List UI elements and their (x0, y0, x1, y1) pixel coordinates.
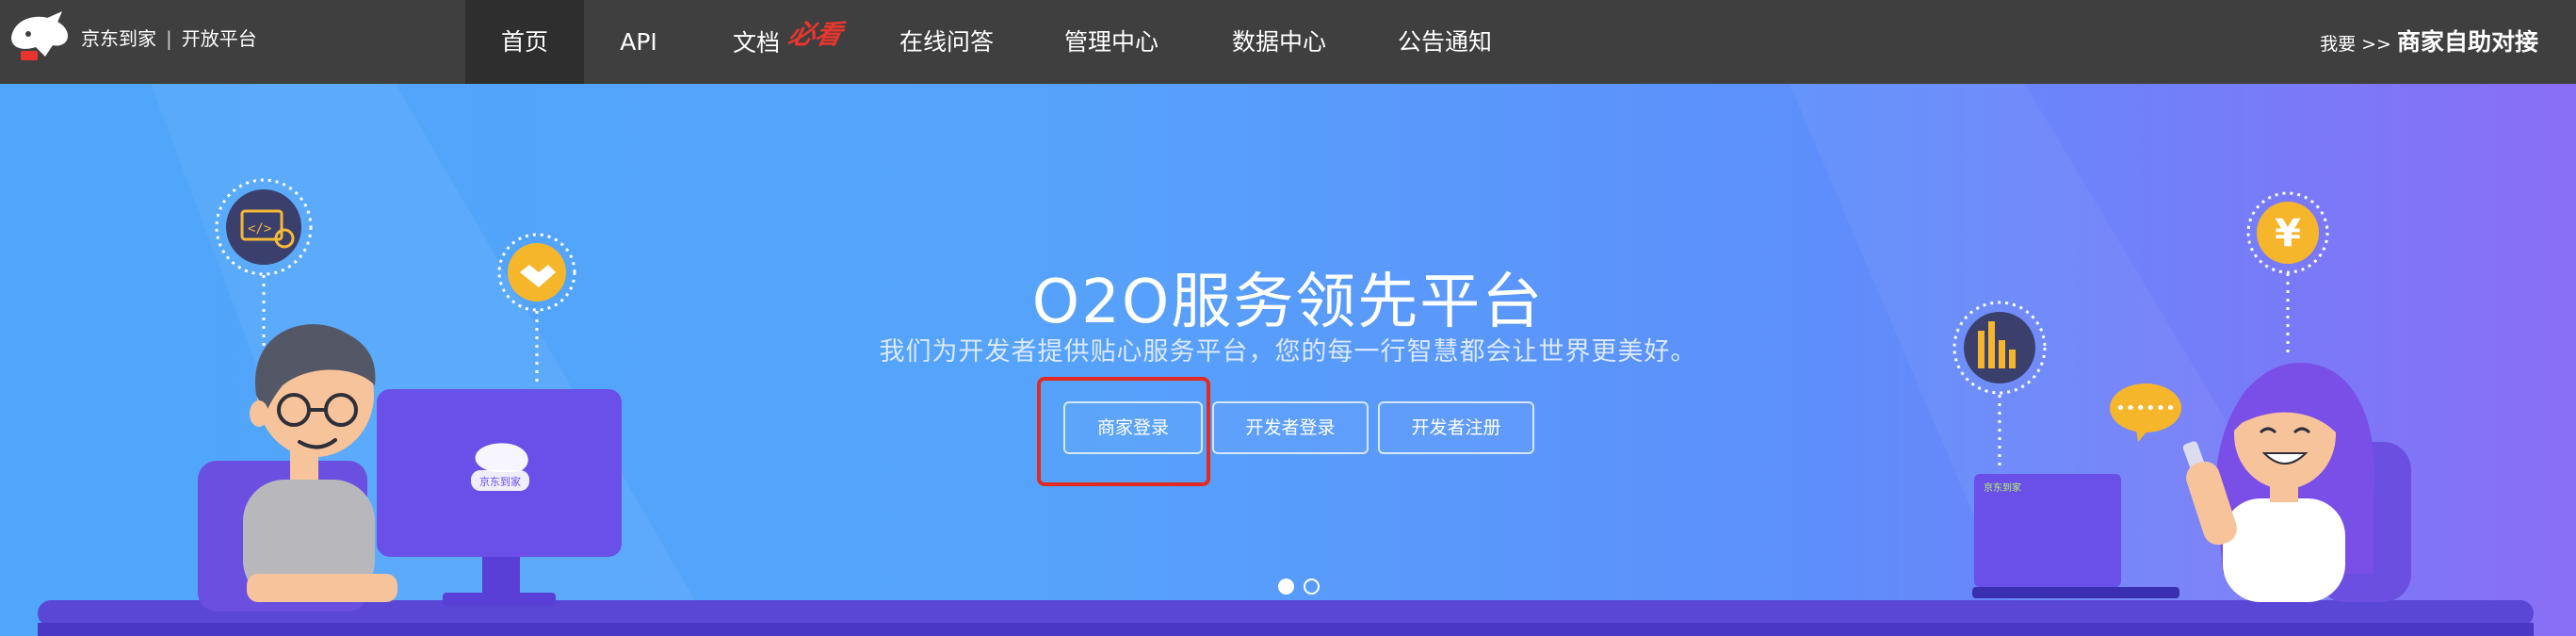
brand-platform: 开放平台 (181, 26, 257, 50)
nav-management[interactable]: 管理中心 (1055, 0, 1168, 84)
brand-separator: | (166, 26, 172, 50)
developer-register-button[interactable]: 开发者注册 (1378, 401, 1534, 454)
carousel-dot-1[interactable] (1278, 579, 1294, 595)
logo-icon (11, 11, 68, 60)
hero-title: O2O服务领先平台 (1031, 268, 1545, 337)
self-serve-link[interactable]: 我要 >> 商家自助对接 (2320, 0, 2538, 84)
carousel-dot-2[interactable] (1304, 579, 1320, 595)
hero-banner: </> 京东到家 ¥ 京东到家 •••••• O2O服务领先平台 我们为开发者提… (0, 84, 2576, 636)
merchant-login-button[interactable]: 商家登录 (1063, 401, 1203, 454)
svg-text:</>: </> (248, 221, 271, 236)
nav-data[interactable]: 数据中心 (1223, 0, 1336, 84)
brand-name: 京东到家 (81, 26, 156, 50)
nav-notices[interactable]: 公告通知 (1388, 0, 1501, 84)
bubble-text: •••••• (2115, 399, 2176, 418)
self-serve-label: 商家自助对接 (2396, 28, 2538, 56)
monitor-logo-text: 京东到家 (479, 475, 521, 488)
nav-home[interactable]: 首页 (465, 0, 584, 84)
brand-logo[interactable]: 京东到家 | 开放平台 (8, 9, 257, 64)
nav-qa[interactable]: 在线问答 (885, 0, 1008, 84)
developer-login-button[interactable]: 开发者登录 (1212, 401, 1369, 454)
nav-docs-label: 文档 (732, 29, 780, 57)
top-navbar: 京东到家 | 开放平台 首页 API 文档 必看 在线问答 管理中心 数据中心 公告通… (0, 0, 2576, 84)
hero-subtitle: 我们为开发者提供贴心服务平台，您的每一行智慧都会让世界更美好。 (879, 337, 1697, 367)
laptop-logo-text: 京东到家 (1984, 481, 2021, 494)
self-serve-prefix: 我要 >> (2320, 34, 2391, 55)
nav-api[interactable]: API (603, 0, 674, 84)
nav-docs[interactable]: 文档 必看 (716, 0, 857, 84)
coin-symbol: ¥ (2275, 212, 2301, 255)
must-read-badge: 必看 (786, 19, 846, 50)
brand-text: 京东到家 | 开放平台 (81, 24, 257, 51)
